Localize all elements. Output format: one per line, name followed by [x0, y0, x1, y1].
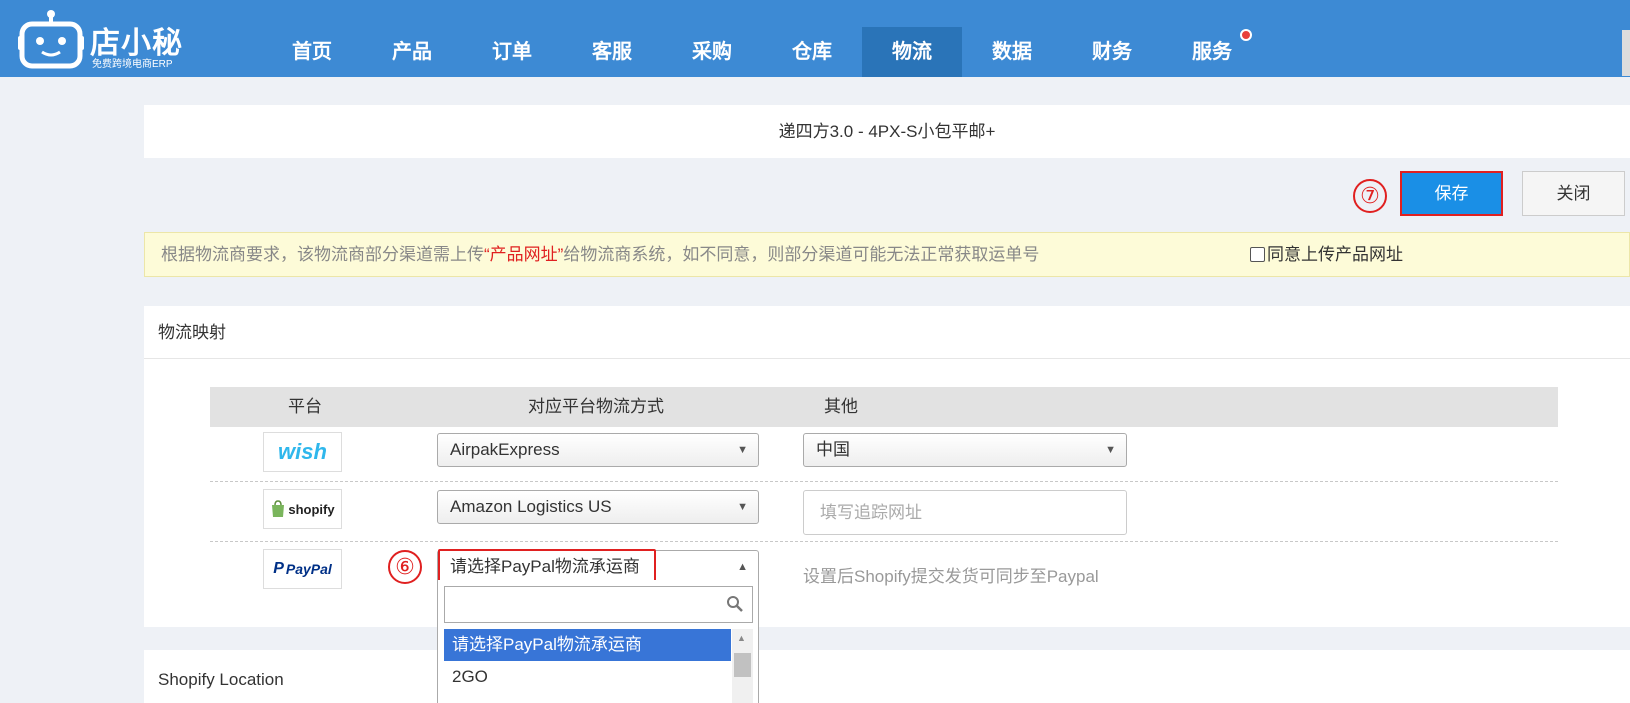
notification-dot: [1240, 29, 1252, 41]
main-nav: 首页 产品 订单 客服 采购 仓库 物流 数据 财务 服务: [262, 27, 1262, 77]
top-nav-bar: 店小秘 免费跨境电商ERP 首页 产品 订单 客服 采购 仓库 物流 数据 财务…: [0, 0, 1630, 77]
annotation-marker-6: ⑥: [388, 550, 422, 584]
checkbox-box[interactable]: [1250, 247, 1265, 262]
shopify-shipping-select[interactable]: Amazon Logistics US ▼: [437, 490, 759, 524]
nav-item-logistics[interactable]: 物流: [862, 27, 962, 77]
search-icon: [727, 596, 743, 612]
table-header: 平台 对应平台物流方式 其他: [210, 387, 1558, 427]
nav-item-orders[interactable]: 订单: [462, 27, 562, 77]
nav-item-finance[interactable]: 财务: [1062, 27, 1162, 77]
wish-shipping-value: AirpakExpress: [450, 440, 560, 459]
chevron-down-icon: ▼: [737, 444, 748, 456]
wish-origin-value: 中国: [816, 440, 850, 459]
wish-logo: wish: [263, 432, 342, 472]
panel-heading: Shopify Location: [158, 670, 284, 689]
brand-tagline: 免费跨境电商ERP: [92, 59, 173, 70]
notice-text: 根据物流商要求，该物流商部分渠道需上传: [161, 245, 484, 264]
agree-upload-checkbox[interactable]: 同意上传产品网址: [1250, 233, 1403, 276]
notice-bar: 根据物流商要求，该物流商部分渠道需上传“产品网址”给物流商系统，如不同意，则部分…: [144, 232, 1630, 277]
annotation-marker-7: ⑦: [1353, 179, 1387, 213]
scrollbar[interactable]: [1622, 30, 1630, 76]
shopify-logo-text: shopify: [288, 501, 335, 517]
nav-item-purchasing[interactable]: 采购: [662, 27, 762, 77]
wish-shipping-select[interactable]: AirpakExpress ▼: [437, 433, 759, 467]
page-title: 递四方3.0 - 4PX-S小包平邮+: [144, 105, 1630, 158]
nav-item-warehouse[interactable]: 仓库: [762, 27, 862, 77]
dropdown-option[interactable]: 请选择PayPal物流承运商: [444, 629, 731, 661]
row-divider: [210, 481, 1558, 482]
scroll-up-icon[interactable]: ▲: [737, 633, 746, 643]
column-platform: 平台: [288, 397, 322, 416]
dropdown-option[interactable]: 2GO: [444, 661, 731, 693]
nav-item-products[interactable]: 产品: [362, 27, 462, 77]
notice-text-tail: 给物流商系统，如不同意，则部分渠道可能无法正常获取运单号: [563, 245, 1040, 264]
panel-heading: 物流映射: [144, 306, 1630, 359]
checkbox-label: 同意上传产品网址: [1267, 245, 1403, 264]
robot-logo-icon: [18, 10, 84, 69]
wish-origin-select[interactable]: 中国 ▼: [803, 433, 1127, 467]
save-button[interactable]: 保存: [1400, 171, 1503, 216]
shopify-shipping-value: Amazon Logistics US: [450, 497, 612, 516]
close-button[interactable]: 关闭: [1522, 171, 1625, 216]
paypal-sync-hint: 设置后Shopify提交发货可同步至Paypal: [803, 567, 1099, 586]
brand-logo[interactable]: 店小秘 免费跨境电商ERP: [18, 8, 188, 70]
wish-logo-text: wish: [278, 439, 327, 464]
row-divider: [210, 541, 1558, 542]
paypal-p-icon: P: [273, 560, 284, 577]
paypal-logo-text: PayPal: [285, 561, 332, 577]
scrollbar-thumb[interactable]: [734, 653, 751, 677]
nav-item-customer-service[interactable]: 客服: [562, 27, 662, 77]
chevron-up-icon: ▲: [737, 561, 748, 573]
chevron-down-icon: ▼: [737, 501, 748, 513]
logistics-mapping-panel: 物流映射 平台 对应平台物流方式 其他 wish AirpakExpress ▼…: [144, 306, 1630, 627]
dropdown-scrollbar[interactable]: ▲: [732, 629, 753, 703]
tracking-url-input[interactable]: 填写追踪网址: [803, 490, 1127, 535]
paypal-carrier-dropdown[interactable]: 请选择PayPal物流承运商 2GO ▲: [437, 580, 759, 703]
dropdown-search-input[interactable]: [444, 586, 753, 623]
shopify-location-panel: Shopify Location: [144, 650, 1630, 703]
column-other: 其他: [824, 397, 858, 416]
nav-item-data[interactable]: 数据: [962, 27, 1062, 77]
column-shipping-method: 对应平台物流方式: [528, 397, 664, 416]
shopify-logo: shopify: [263, 489, 342, 529]
nav-item-home[interactable]: 首页: [262, 27, 362, 77]
notice-highlight: “产品网址”: [484, 245, 564, 264]
chevron-down-icon: ▼: [1105, 444, 1116, 456]
shopify-bag-icon: [272, 500, 285, 517]
paypal-logo: P PayPal: [263, 549, 342, 589]
